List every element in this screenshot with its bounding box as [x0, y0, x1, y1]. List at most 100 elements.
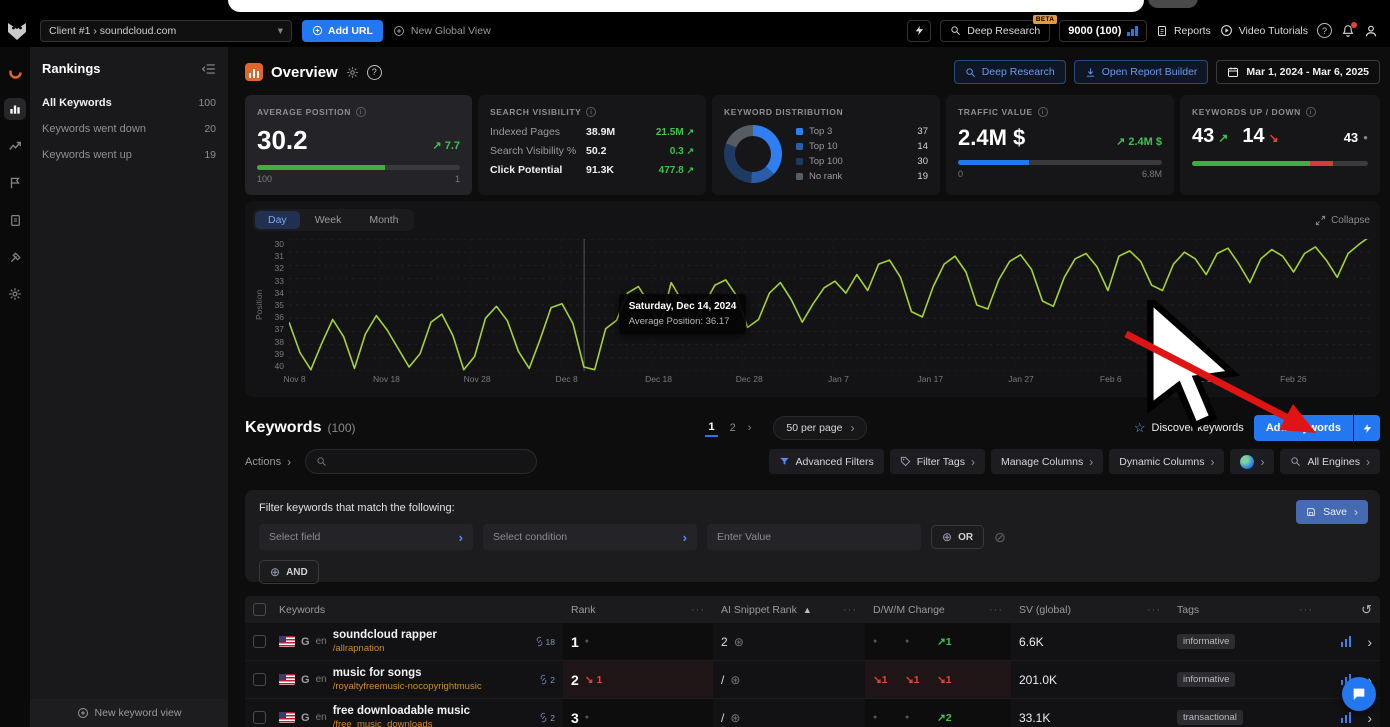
sidebar-item-list: All Keywords 100 Keywords went down 20 K… — [42, 92, 216, 166]
keyword-url[interactable]: /allrapnation — [333, 643, 437, 654]
dashboard-icon[interactable] — [4, 61, 26, 83]
reset-columns-icon[interactable]: ↺ — [1361, 602, 1372, 618]
save-filter-button[interactable]: Save › — [1296, 500, 1368, 524]
row-checkbox[interactable] — [253, 635, 266, 648]
info-icon[interactable]: i — [586, 107, 596, 117]
chart-plot-area[interactable]: Saturday, Dec 14, 2024 Average Position:… — [289, 239, 1370, 371]
keyword-url[interactable]: /free_music_downloads — [333, 719, 470, 727]
credits-counter[interactable]: 9000 (100) — [1059, 20, 1147, 42]
open-report-builder-button[interactable]: Open Report Builder — [1074, 60, 1209, 84]
site-audit-icon[interactable] — [4, 172, 26, 194]
remove-condition-icon[interactable]: ⊘ — [994, 529, 1006, 546]
tracked-url-link-icon[interactable]: 2 — [538, 674, 555, 685]
deep-research-overview-button[interactable]: Deep Research — [954, 60, 1066, 84]
keyword-chart-icon[interactable] — [1341, 636, 1352, 647]
legend-swatch — [796, 128, 803, 135]
collapse-chart-button[interactable]: Collapse — [1315, 215, 1370, 226]
settings-icon[interactable] — [4, 283, 26, 305]
chevron-right-icon: › — [1260, 455, 1264, 469]
or-condition-button[interactable]: ⊕ OR — [931, 525, 984, 549]
search-icon — [965, 67, 976, 78]
info-icon[interactable]: i — [1038, 107, 1048, 117]
manage-columns-button[interactable]: Manage Columns › — [991, 449, 1103, 474]
rankings-icon[interactable] — [4, 98, 26, 120]
reports-button[interactable]: Reports — [1156, 25, 1211, 37]
trends-icon[interactable] — [4, 135, 26, 157]
column-menu-icon[interactable]: ··· — [1299, 604, 1313, 616]
tools-icon[interactable] — [4, 246, 26, 268]
date-range-picker[interactable]: Mar 1, 2024 - Mar 6, 2025 — [1216, 60, 1380, 84]
table-row[interactable]: G en music for songs /royaltyfreemusic-n… — [245, 661, 1380, 699]
search-visibility-row: Click Potential 91.3K 477.8 ↗ — [490, 164, 694, 176]
chart-y-labels: 3031323334353637383940 — [265, 239, 289, 371]
deep-research-button[interactable]: Deep Research BETA — [940, 20, 1050, 42]
keyword-url[interactable]: /royaltyfreemusic-nocopyrightmusic — [333, 681, 482, 692]
client-selector[interactable]: Client #1 › soundcloud.com ▾ — [40, 20, 292, 42]
column-menu-icon[interactable]: ··· — [1147, 604, 1161, 616]
and-condition-button[interactable]: ⊕ AND — [259, 560, 319, 584]
keyword-name[interactable]: music for songs — [333, 667, 482, 679]
filter-field-select[interactable]: Select field › — [259, 524, 473, 550]
tab-week[interactable]: Week — [302, 211, 355, 229]
sidebar-item[interactable]: Keywords went up 19 — [42, 144, 216, 166]
column-menu-icon[interactable]: ··· — [989, 604, 1003, 616]
overview-help-icon[interactable]: ? — [367, 65, 382, 80]
filter-value-input[interactable] — [707, 524, 921, 550]
row-expand-chevron[interactable]: › — [1367, 710, 1372, 726]
table-row[interactable]: G en free downloadable music /free_music… — [245, 699, 1380, 727]
column-menu-icon[interactable]: ··· — [843, 604, 857, 616]
traffic-value-panel: TRAFFIC VALUEi 2.4M $ ↗ 2.4M $ 06.8M — [946, 95, 1174, 195]
locale-selector-button[interactable]: › — [1230, 449, 1274, 474]
all-engines-button[interactable]: All Engines › — [1280, 449, 1380, 474]
tab-day[interactable]: Day — [255, 211, 300, 229]
keyword-tag[interactable]: informative — [1177, 634, 1235, 649]
plus-circle-icon — [393, 25, 405, 37]
row-expand-chevron[interactable]: › — [1367, 634, 1372, 650]
keyword-chart-icon[interactable] — [1341, 712, 1352, 723]
table-row[interactable]: G en soundcloud rapper /allrapnation 18 … — [245, 623, 1380, 661]
no-change-dot-icon: ● — [585, 714, 589, 721]
info-icon[interactable]: i — [356, 107, 366, 117]
tab-month[interactable]: Month — [356, 211, 411, 229]
keyword-search[interactable] — [305, 449, 537, 474]
account-icon[interactable] — [1364, 24, 1378, 38]
updown-bar-up — [1192, 161, 1310, 166]
tracked-url-link-icon[interactable]: 2 — [538, 712, 555, 723]
sort-asc-icon[interactable]: ▲ — [803, 605, 812, 615]
overview-settings-icon[interactable] — [346, 66, 359, 79]
quick-actions-button[interactable] — [907, 20, 931, 42]
help-icon[interactable]: ? — [1317, 23, 1332, 38]
sidebar-item[interactable]: Keywords went down 20 — [42, 118, 216, 140]
keyword-name[interactable]: free downloadable music — [333, 705, 470, 717]
tracked-url-link-icon[interactable]: 18 — [534, 636, 555, 647]
actions-menu[interactable]: Actions › — [245, 455, 291, 469]
notifications-button[interactable] — [1341, 24, 1355, 38]
row-checkbox[interactable] — [253, 673, 266, 686]
column-menu-icon[interactable]: ··· — [691, 604, 705, 616]
keyword-tag[interactable]: transactional — [1177, 710, 1243, 725]
info-icon[interactable]: i — [1306, 107, 1316, 117]
sidebar-item[interactable]: All Keywords 100 — [42, 92, 216, 114]
video-tutorials-button[interactable]: Video Tutorials — [1220, 24, 1308, 37]
select-all-checkbox[interactable] — [253, 603, 266, 616]
filter-condition-select[interactable]: Select condition › — [483, 524, 697, 550]
y-tick-label: 32 — [275, 263, 284, 273]
reports-nav-icon[interactable] — [4, 209, 26, 231]
advanced-filters-button[interactable]: Advanced Filters — [769, 449, 884, 474]
sidebar-collapse-icon[interactable] — [202, 63, 216, 75]
filter-tags-button[interactable]: Filter Tags › — [890, 449, 985, 474]
rank-up-change: ↗2 — [937, 712, 963, 724]
chat-widget-button[interactable] — [1342, 677, 1376, 711]
row-checkbox[interactable] — [253, 711, 266, 724]
keyword-search-input[interactable] — [334, 456, 526, 468]
lightning-icon — [914, 25, 925, 36]
ai-snippet-rank-value: / — [721, 711, 724, 725]
keyword-tag[interactable]: informative — [1177, 672, 1235, 687]
browser-chrome-strip — [0, 0, 1390, 14]
keyword-name[interactable]: soundcloud rapper — [333, 629, 437, 641]
new-global-view-button[interactable]: New Global View — [393, 25, 491, 37]
keywords-table-body: G en soundcloud rapper /allrapnation 18 … — [245, 623, 1380, 727]
add-url-button[interactable]: Add URL — [302, 20, 383, 42]
new-keyword-view-button[interactable]: New keyword view — [30, 699, 228, 727]
dynamic-columns-button[interactable]: Dynamic Columns › — [1109, 449, 1224, 474]
